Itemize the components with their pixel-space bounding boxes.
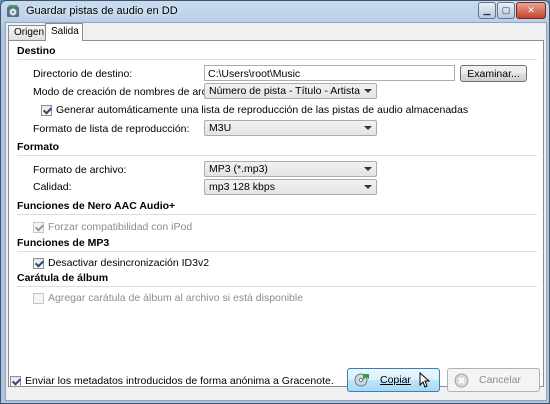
copy-button[interactable]: Copiar (347, 368, 440, 392)
naming-mode-select[interactable]: Número de pista - Título - Artista (204, 83, 377, 99)
maximize-icon: ▢ (501, 5, 511, 15)
destination-dir-label: Directorio de destino: (33, 68, 133, 80)
file-format-label: Formato de archivo: (33, 164, 127, 176)
gracenote-checkbox-box[interactable] (10, 375, 21, 387)
title-bar[interactable]: Guardar pistas de audio en DD ▁ ▢ ✕ (1, 1, 549, 21)
window-title: Guardar pistas de audio en DD (26, 5, 178, 17)
section-destino-title: Destino (17, 45, 56, 57)
gracenote-label: Enviar los metadatos introducidos de for… (25, 375, 334, 387)
add-cover-label: Agregar carátula de álbum al archivo si … (48, 292, 304, 304)
playlist-checkbox[interactable]: Generar automáticamente una lista de rep… (41, 104, 468, 116)
dialog-client-area: Origen Salida Destino Directorio de dest… (5, 22, 547, 401)
section-caratula-title: Carátula de álbum (17, 272, 109, 284)
close-icon: ✕ (527, 5, 535, 15)
ipod-compat-checkbox-box[interactable] (33, 221, 44, 233)
ipod-compat-checkbox[interactable]: Forzar compatibilidad con iPod (33, 221, 192, 233)
tab-salida-label: Salida (51, 26, 79, 37)
quality-value: mp3 128 kbps (209, 181, 275, 193)
section-nero-aac-title: Funciones de Nero AAC Audio+ (17, 200, 176, 212)
chevron-down-icon (364, 89, 372, 93)
tab-salida[interactable]: Salida (45, 23, 83, 41)
mouse-cursor-icon (419, 372, 430, 388)
add-cover-checkbox[interactable]: Agregar carátula de álbum al archivo si … (33, 292, 303, 304)
playlist-checkbox-box[interactable] (41, 104, 52, 116)
section-divider (17, 155, 537, 156)
section-divider (17, 59, 537, 60)
id3-desync-checkbox[interactable]: Desactivar desincronización ID3v2 (33, 257, 209, 269)
cancel-button[interactable]: Cancelar (447, 368, 540, 392)
copy-button-label: Copiar (380, 374, 411, 386)
section-divider (17, 251, 537, 252)
browse-button[interactable]: Examinar... (460, 65, 527, 82)
cancel-icon (454, 373, 469, 387)
salida-panel: Destino Directorio de destino: C:\Users\… (8, 40, 544, 387)
naming-mode-label: Modo de creación de nombres de archivo: (33, 86, 230, 98)
gracenote-checkbox[interactable]: Enviar los metadatos introducidos de for… (10, 375, 334, 387)
tab-origen[interactable]: Origen (8, 25, 48, 40)
destination-dir-input[interactable]: C:\Users\root\Music (204, 65, 455, 81)
dialog-window: Guardar pistas de audio en DD ▁ ▢ ✕ Orig… (0, 0, 550, 404)
section-divider (17, 286, 537, 287)
section-formato-title: Formato (17, 141, 59, 153)
chevron-down-icon (364, 167, 372, 171)
maximize-button[interactable]: ▢ (497, 2, 515, 19)
close-button[interactable]: ✕ (516, 2, 546, 19)
section-mp3-title: Funciones de MP3 (17, 237, 110, 249)
minimize-button[interactable]: ▁ (478, 2, 496, 19)
playlist-format-label: Formato de lista de reproducción: (33, 123, 190, 135)
playlist-checkbox-label: Generar automáticamente una lista de rep… (56, 104, 469, 116)
cancel-button-label: Cancelar (479, 374, 522, 386)
add-cover-checkbox-box[interactable] (33, 292, 44, 304)
chevron-down-icon (364, 185, 372, 189)
id3-desync-checkbox-box[interactable] (33, 257, 44, 269)
playlist-format-value: M3U (209, 122, 232, 134)
playlist-format-select[interactable]: M3U (204, 120, 377, 136)
id3-desync-label: Desactivar desincronización ID3v2 (48, 257, 210, 269)
naming-mode-value: Número de pista - Título - Artista (209, 85, 360, 97)
ipod-compat-label: Forzar compatibilidad con iPod (48, 221, 193, 233)
copy-disc-icon (354, 373, 369, 387)
nero-app-icon (7, 5, 19, 17)
file-format-value: MP3 (*.mp3) (209, 163, 268, 175)
minimize-icon: ▁ (483, 5, 491, 15)
quality-select[interactable]: mp3 128 kbps (204, 179, 377, 195)
file-format-select[interactable]: MP3 (*.mp3) (204, 161, 377, 177)
section-divider (17, 214, 537, 215)
quality-label: Calidad: (33, 181, 72, 193)
tab-origen-label: Origen (14, 27, 45, 38)
chevron-down-icon (364, 126, 372, 130)
